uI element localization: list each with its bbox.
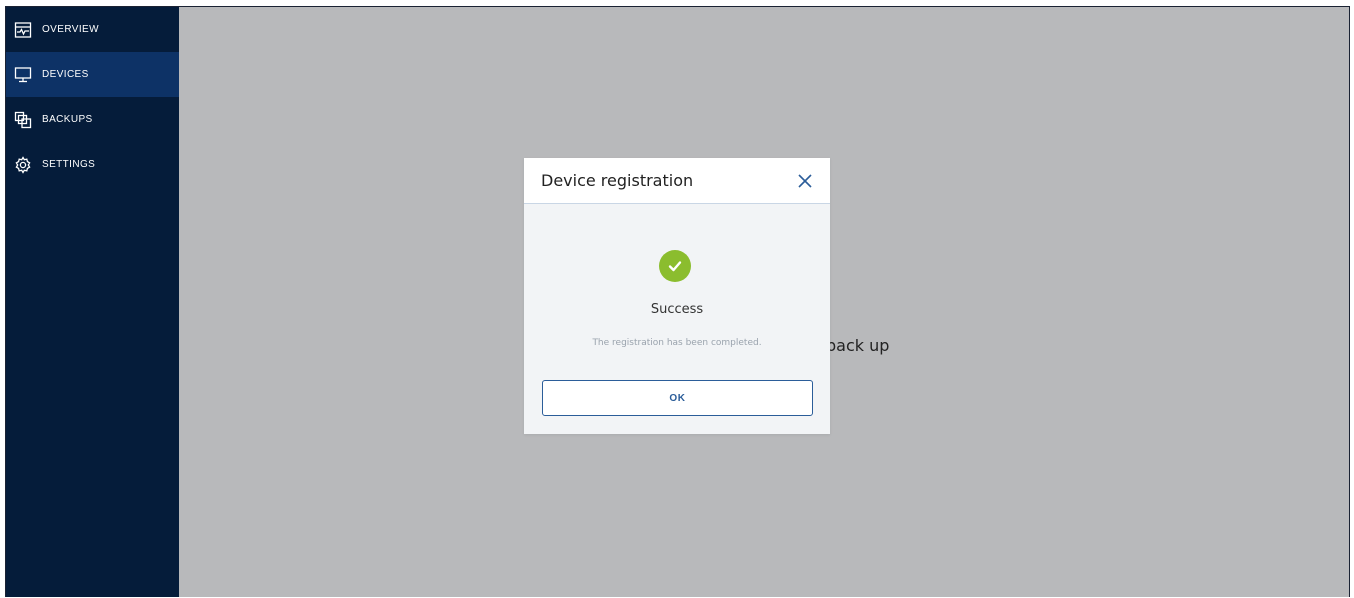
- overview-icon: [13, 20, 33, 40]
- close-icon: [798, 173, 812, 188]
- sidebar-item-label: OVERVIEW: [42, 24, 99, 35]
- ok-button[interactable]: OK: [542, 380, 813, 416]
- sidebar-item-label: DEVICES: [42, 69, 89, 80]
- sidebar-item-settings[interactable]: SETTINGS: [6, 142, 179, 187]
- status-title: Success: [650, 302, 704, 317]
- dialog-title: Device registration: [541, 171, 694, 190]
- sidebar-item-backups[interactable]: BACKUPS: [6, 97, 179, 142]
- sidebar-item-label: BACKUPS: [42, 114, 93, 125]
- dialog-header: Device registration: [524, 158, 830, 204]
- backups-icon: [13, 110, 33, 130]
- sidebar-item-overview[interactable]: OVERVIEW: [6, 7, 179, 52]
- status-message: The registration has been completed.: [592, 338, 762, 348]
- sidebar: OVERVIEW DEVICES BACKUPS SETTINGS: [6, 7, 179, 597]
- devices-icon: [13, 65, 33, 85]
- sidebar-item-devices[interactable]: DEVICES: [6, 52, 179, 97]
- close-button[interactable]: [796, 172, 814, 190]
- sidebar-item-label: SETTINGS: [42, 159, 96, 170]
- success-check-icon: [659, 250, 691, 282]
- background-text: back up: [826, 336, 890, 355]
- gear-icon: [13, 155, 33, 175]
- device-registration-dialog: Device registration Success The registra…: [524, 158, 830, 434]
